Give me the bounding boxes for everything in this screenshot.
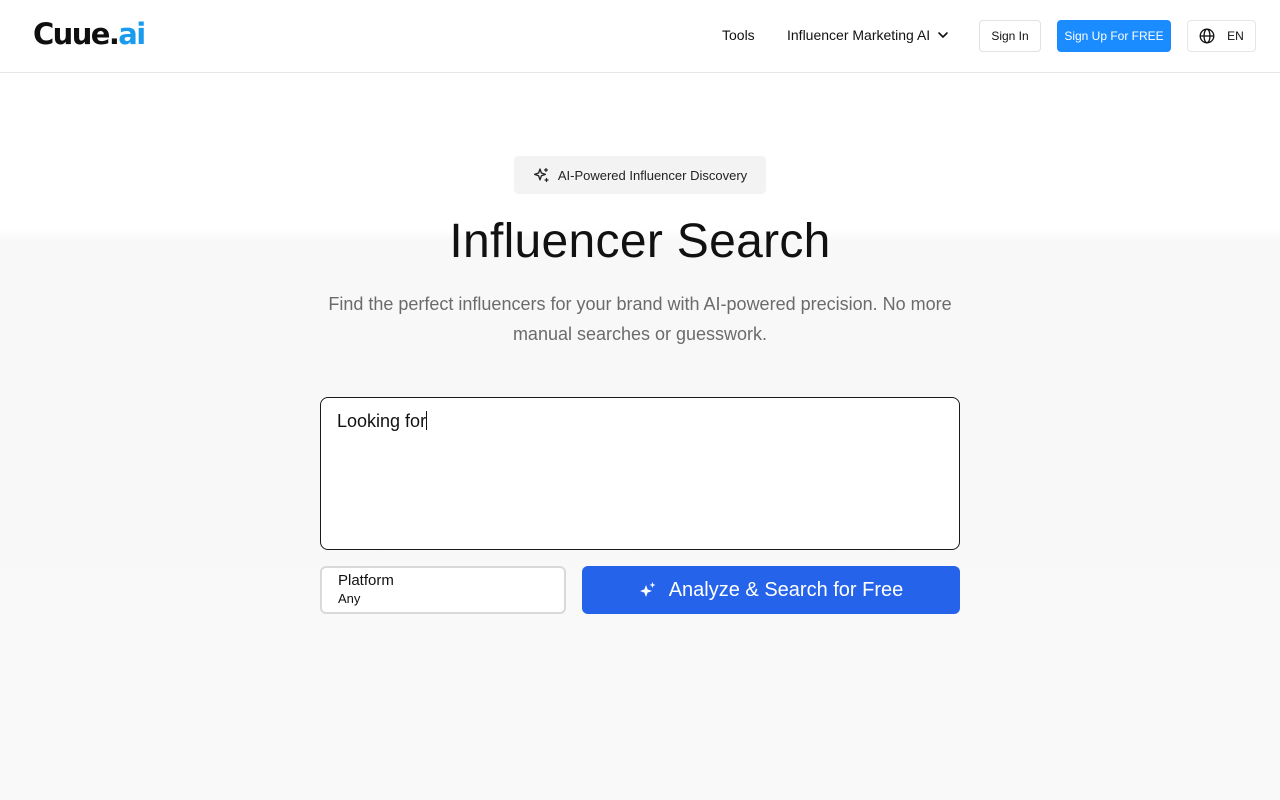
globe-icon bbox=[1199, 28, 1215, 44]
logo-text-accent: ai bbox=[118, 17, 146, 51]
search-query-input[interactable] bbox=[337, 409, 943, 538]
language-label: EN bbox=[1227, 29, 1244, 43]
badge-label: AI-Powered Influencer Discovery bbox=[557, 167, 748, 183]
language-selector[interactable]: EN bbox=[1187, 20, 1256, 52]
sparkles-icon bbox=[639, 582, 656, 597]
platform-select-value: Any bbox=[338, 591, 361, 606]
logo-text-main: Cuue. bbox=[33, 17, 120, 51]
nav-influencer-ai-label: Influencer Marketing AI bbox=[787, 27, 931, 43]
cuue-logo[interactable]: Cuue.ai bbox=[33, 17, 146, 51]
platform-select[interactable]: Platform Any bbox=[320, 566, 566, 614]
analyze-search-button[interactable]: Analyze & Search for Free bbox=[582, 566, 960, 614]
chevron-down-icon bbox=[938, 32, 948, 38]
sign-in-button[interactable]: Sign In bbox=[979, 20, 1041, 52]
page-title: Influencer Search bbox=[449, 215, 831, 268]
analyze-button-label: Analyze & Search for Free bbox=[668, 578, 904, 601]
platform-select-label: Platform bbox=[338, 572, 394, 589]
ai-discovery-badge: AI-Powered Influencer Discovery bbox=[514, 156, 766, 194]
nav-tools-link[interactable]: Tools bbox=[722, 25, 755, 45]
text-caret bbox=[426, 411, 427, 430]
page-subtitle: Find the perfect influencers for your br… bbox=[328, 294, 952, 344]
sparkles-icon bbox=[533, 167, 549, 182]
search-query-box bbox=[320, 397, 960, 550]
nav-influencer-ai-dropdown[interactable]: Influencer Marketing AI bbox=[787, 25, 949, 45]
top-header: Cuue.ai Tools Influencer Marketing AI Si… bbox=[0, 0, 1280, 73]
sign-up-button[interactable]: Sign Up For FREE bbox=[1057, 20, 1171, 52]
